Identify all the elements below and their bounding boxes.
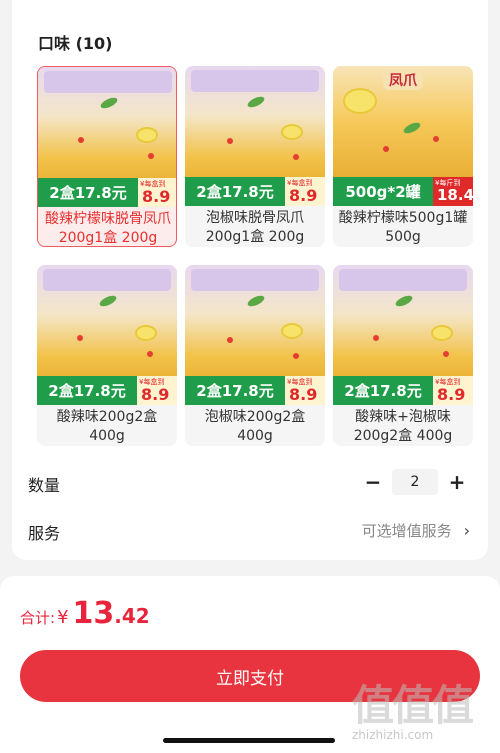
flavor-option-3[interactable]: 凤爪 500g*2罐 ¥每斤到 18.4 酸辣柠檬味500g1罐 500g [333, 66, 473, 247]
quantity-label: 数量 [28, 476, 61, 495]
flavor-option-1[interactable]: 2盒17.8元 ¥每盒到 8.9 酸辣柠檬味脱骨凤爪200g1盒 200g [37, 66, 177, 247]
service-selector[interactable]: 可选增值服务 › [362, 520, 470, 541]
quantity-input[interactable]: 2 [392, 469, 438, 495]
service-value: 可选增值服务 [361, 522, 452, 540]
chevron-right-icon: › [463, 521, 470, 540]
service-label: 服务 [28, 524, 61, 543]
price-band: 2盒17.8元 ¥每盒到 8.9 [185, 177, 325, 206]
flavor-option-6[interactable]: 2盒17.8元 ¥每盒到 8.9 酸辣味+泡椒味200g2盒 400g [333, 265, 473, 446]
decrease-quantity-button[interactable]: − [362, 468, 384, 496]
increase-quantity-button[interactable]: + [446, 468, 468, 496]
quantity-stepper: − 2 + [362, 468, 470, 496]
flavor-option-5[interactable]: 2盒17.8元 ¥每盒到 8.9 泡椒味200g2盒400g [185, 265, 325, 446]
price-band: 500g*2罐 ¥每斤到 18.4 [333, 177, 473, 206]
watermark-logo: 值值值 zhizhizhi.com [352, 681, 474, 742]
flavor-section-title: 口味 (10) [38, 34, 113, 53]
price-band: 2盒17.8元 ¥每盒到 8.9 [38, 178, 176, 207]
flavor-label: 酸辣柠檬味脱骨凤爪200g1盒 200g [45, 211, 171, 246]
flavor-label: 酸辣味+泡椒味200g2盒 400g [353, 409, 453, 444]
currency-symbol: ¥ [57, 607, 69, 628]
total-label: 合计: [20, 609, 56, 627]
flavor-label: 泡椒味200g2盒400g [204, 409, 306, 444]
flavor-label: 酸辣味200g2盒400g [56, 409, 158, 444]
flavor-option-2[interactable]: 2盒17.8元 ¥每盒到 8.9 泡椒味脱骨凤爪200g1盒 200g [185, 66, 325, 247]
total-amount-decimal: .42 [114, 604, 150, 628]
price-band: 2盒17.8元 ¥每盒到 8.9 [185, 376, 325, 405]
price-band: 2盒17.8元 ¥每盒到 8.9 [37, 376, 177, 405]
flavor-label: 酸辣柠檬味500g1罐 500g [338, 210, 468, 245]
price-band: 2盒17.8元 ¥每盒到 8.9 [333, 376, 473, 405]
total-amount-integer: 13 [72, 596, 115, 631]
flavor-option-4[interactable]: 2盒17.8元 ¥每盒到 8.9 酸辣味200g2盒400g [37, 265, 177, 446]
order-total: 合计: ¥ 13 .42 [20, 596, 150, 631]
flavor-grid: 2盒17.8元 ¥每盒到 8.9 酸辣柠檬味脱骨凤爪200g1盒 200g 2盒1… [37, 66, 500, 449]
flavor-label: 泡椒味脱骨凤爪200g1盒 200g [205, 210, 305, 245]
home-indicator [163, 738, 335, 743]
